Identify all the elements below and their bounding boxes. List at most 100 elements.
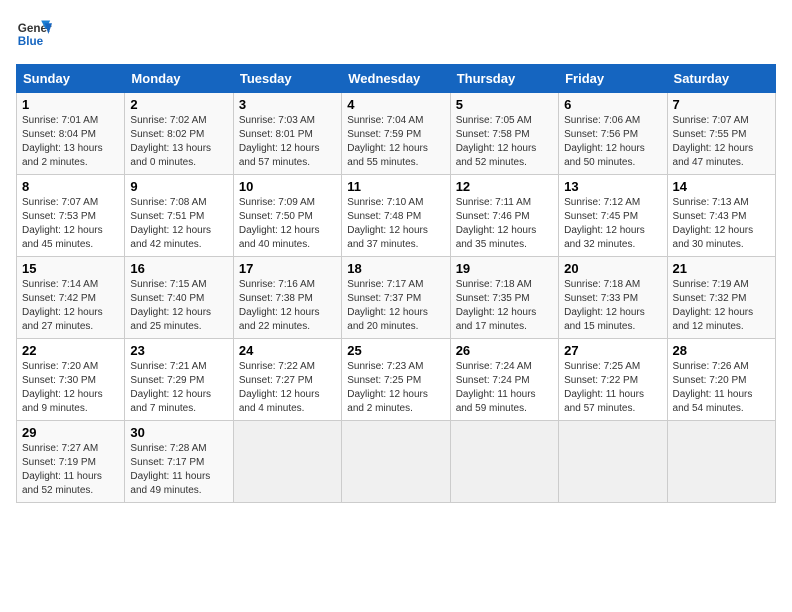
calendar-cell: 14 Sunrise: 7:13 AMSunset: 7:43 PMDaylig…: [667, 175, 775, 257]
day-header-friday: Friday: [559, 65, 667, 93]
day-number: 16: [130, 261, 227, 276]
calendar-cell: 4 Sunrise: 7:04 AMSunset: 7:59 PMDayligh…: [342, 93, 450, 175]
day-number: 21: [673, 261, 770, 276]
calendar-cell: 28 Sunrise: 7:26 AMSunset: 7:20 PMDaylig…: [667, 339, 775, 421]
day-number: 2: [130, 97, 227, 112]
day-number: 6: [564, 97, 661, 112]
day-number: 14: [673, 179, 770, 194]
calendar-cell: 6 Sunrise: 7:06 AMSunset: 7:56 PMDayligh…: [559, 93, 667, 175]
calendar-cell: 2 Sunrise: 7:02 AMSunset: 8:02 PMDayligh…: [125, 93, 233, 175]
day-info: Sunrise: 7:13 AMSunset: 7:43 PMDaylight:…: [673, 196, 770, 252]
day-info: Sunrise: 7:28 AMSunset: 7:17 PMDaylight:…: [130, 442, 227, 498]
day-info: Sunrise: 7:12 AMSunset: 7:45 PMDaylight:…: [564, 196, 661, 252]
calendar-week-2: 8 Sunrise: 7:07 AMSunset: 7:53 PMDayligh…: [17, 175, 776, 257]
calendar-cell: 5 Sunrise: 7:05 AMSunset: 7:58 PMDayligh…: [450, 93, 558, 175]
page-header: General Blue: [16, 16, 776, 52]
day-info: Sunrise: 7:20 AMSunset: 7:30 PMDaylight:…: [22, 360, 119, 416]
svg-text:Blue: Blue: [18, 35, 44, 48]
calendar-cell: 25 Sunrise: 7:23 AMSunset: 7:25 PMDaylig…: [342, 339, 450, 421]
day-header-saturday: Saturday: [667, 65, 775, 93]
day-info: Sunrise: 7:09 AMSunset: 7:50 PMDaylight:…: [239, 196, 336, 252]
day-info: Sunrise: 7:08 AMSunset: 7:51 PMDaylight:…: [130, 196, 227, 252]
calendar-cell: [559, 421, 667, 503]
calendar-cell: [233, 421, 341, 503]
calendar-cell: 23 Sunrise: 7:21 AMSunset: 7:29 PMDaylig…: [125, 339, 233, 421]
day-info: Sunrise: 7:18 AMSunset: 7:33 PMDaylight:…: [564, 278, 661, 334]
day-number: 20: [564, 261, 661, 276]
day-header-sunday: Sunday: [17, 65, 125, 93]
calendar-cell: [667, 421, 775, 503]
calendar-cell: 11 Sunrise: 7:10 AMSunset: 7:48 PMDaylig…: [342, 175, 450, 257]
day-info: Sunrise: 7:23 AMSunset: 7:25 PMDaylight:…: [347, 360, 444, 416]
calendar-cell: 7 Sunrise: 7:07 AMSunset: 7:55 PMDayligh…: [667, 93, 775, 175]
calendar-cell: 22 Sunrise: 7:20 AMSunset: 7:30 PMDaylig…: [17, 339, 125, 421]
calendar-cell: 29 Sunrise: 7:27 AMSunset: 7:19 PMDaylig…: [17, 421, 125, 503]
day-header-monday: Monday: [125, 65, 233, 93]
calendar-cell: 9 Sunrise: 7:08 AMSunset: 7:51 PMDayligh…: [125, 175, 233, 257]
day-number: 10: [239, 179, 336, 194]
calendar-cell: 8 Sunrise: 7:07 AMSunset: 7:53 PMDayligh…: [17, 175, 125, 257]
day-number: 12: [456, 179, 553, 194]
calendar-cell: 19 Sunrise: 7:18 AMSunset: 7:35 PMDaylig…: [450, 257, 558, 339]
day-number: 19: [456, 261, 553, 276]
calendar-table: SundayMondayTuesdayWednesdayThursdayFrid…: [16, 64, 776, 503]
day-info: Sunrise: 7:21 AMSunset: 7:29 PMDaylight:…: [130, 360, 227, 416]
calendar-cell: 1 Sunrise: 7:01 AMSunset: 8:04 PMDayligh…: [17, 93, 125, 175]
calendar-week-4: 22 Sunrise: 7:20 AMSunset: 7:30 PMDaylig…: [17, 339, 776, 421]
calendar-week-3: 15 Sunrise: 7:14 AMSunset: 7:42 PMDaylig…: [17, 257, 776, 339]
day-number: 27: [564, 343, 661, 358]
calendar-week-1: 1 Sunrise: 7:01 AMSunset: 8:04 PMDayligh…: [17, 93, 776, 175]
day-number: 1: [22, 97, 119, 112]
day-number: 9: [130, 179, 227, 194]
day-number: 25: [347, 343, 444, 358]
day-info: Sunrise: 7:17 AMSunset: 7:37 PMDaylight:…: [347, 278, 444, 334]
day-info: Sunrise: 7:06 AMSunset: 7:56 PMDaylight:…: [564, 114, 661, 170]
day-info: Sunrise: 7:16 AMSunset: 7:38 PMDaylight:…: [239, 278, 336, 334]
day-number: 7: [673, 97, 770, 112]
day-number: 13: [564, 179, 661, 194]
day-info: Sunrise: 7:11 AMSunset: 7:46 PMDaylight:…: [456, 196, 553, 252]
day-header-tuesday: Tuesday: [233, 65, 341, 93]
day-number: 5: [456, 97, 553, 112]
calendar-cell: 13 Sunrise: 7:12 AMSunset: 7:45 PMDaylig…: [559, 175, 667, 257]
day-number: 24: [239, 343, 336, 358]
calendar-cell: 16 Sunrise: 7:15 AMSunset: 7:40 PMDaylig…: [125, 257, 233, 339]
day-number: 18: [347, 261, 444, 276]
day-info: Sunrise: 7:25 AMSunset: 7:22 PMDaylight:…: [564, 360, 661, 416]
day-info: Sunrise: 7:02 AMSunset: 8:02 PMDaylight:…: [130, 114, 227, 170]
calendar-cell: 18 Sunrise: 7:17 AMSunset: 7:37 PMDaylig…: [342, 257, 450, 339]
day-number: 4: [347, 97, 444, 112]
header-row: SundayMondayTuesdayWednesdayThursdayFrid…: [17, 65, 776, 93]
day-info: Sunrise: 7:07 AMSunset: 7:53 PMDaylight:…: [22, 196, 119, 252]
day-header-wednesday: Wednesday: [342, 65, 450, 93]
day-info: Sunrise: 7:18 AMSunset: 7:35 PMDaylight:…: [456, 278, 553, 334]
calendar-cell: 21 Sunrise: 7:19 AMSunset: 7:32 PMDaylig…: [667, 257, 775, 339]
day-info: Sunrise: 7:27 AMSunset: 7:19 PMDaylight:…: [22, 442, 119, 498]
day-info: Sunrise: 7:03 AMSunset: 8:01 PMDaylight:…: [239, 114, 336, 170]
day-number: 28: [673, 343, 770, 358]
day-info: Sunrise: 7:10 AMSunset: 7:48 PMDaylight:…: [347, 196, 444, 252]
calendar-week-5: 29 Sunrise: 7:27 AMSunset: 7:19 PMDaylig…: [17, 421, 776, 503]
day-header-thursday: Thursday: [450, 65, 558, 93]
logo-icon: General Blue: [16, 16, 52, 52]
day-number: 26: [456, 343, 553, 358]
day-info: Sunrise: 7:15 AMSunset: 7:40 PMDaylight:…: [130, 278, 227, 334]
day-info: Sunrise: 7:14 AMSunset: 7:42 PMDaylight:…: [22, 278, 119, 334]
calendar-cell: 27 Sunrise: 7:25 AMSunset: 7:22 PMDaylig…: [559, 339, 667, 421]
day-number: 30: [130, 425, 227, 440]
calendar-cell: 24 Sunrise: 7:22 AMSunset: 7:27 PMDaylig…: [233, 339, 341, 421]
calendar-cell: [450, 421, 558, 503]
day-info: Sunrise: 7:22 AMSunset: 7:27 PMDaylight:…: [239, 360, 336, 416]
day-number: 17: [239, 261, 336, 276]
day-number: 29: [22, 425, 119, 440]
day-info: Sunrise: 7:05 AMSunset: 7:58 PMDaylight:…: [456, 114, 553, 170]
calendar-cell: 20 Sunrise: 7:18 AMSunset: 7:33 PMDaylig…: [559, 257, 667, 339]
calendar-cell: 26 Sunrise: 7:24 AMSunset: 7:24 PMDaylig…: [450, 339, 558, 421]
day-info: Sunrise: 7:01 AMSunset: 8:04 PMDaylight:…: [22, 114, 119, 170]
calendar-cell: 12 Sunrise: 7:11 AMSunset: 7:46 PMDaylig…: [450, 175, 558, 257]
day-info: Sunrise: 7:07 AMSunset: 7:55 PMDaylight:…: [673, 114, 770, 170]
day-number: 11: [347, 179, 444, 194]
day-number: 23: [130, 343, 227, 358]
calendar-cell: 10 Sunrise: 7:09 AMSunset: 7:50 PMDaylig…: [233, 175, 341, 257]
day-number: 15: [22, 261, 119, 276]
